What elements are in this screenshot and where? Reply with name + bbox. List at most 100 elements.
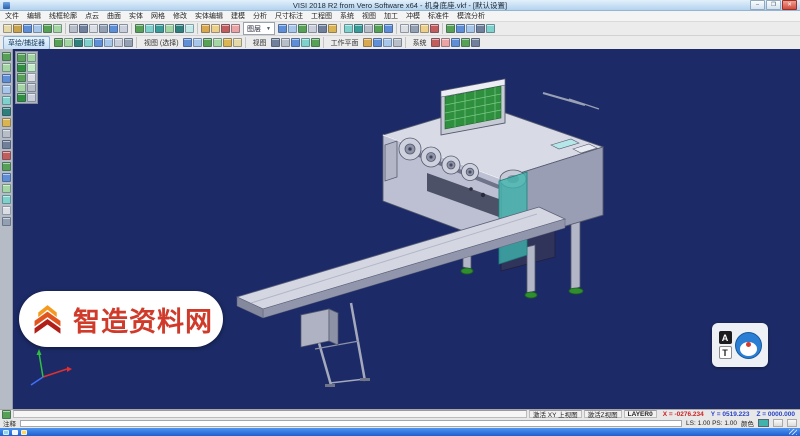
menu-item[interactable]: 分析: [253, 11, 267, 21]
menu-item[interactable]: 曲面: [107, 11, 121, 21]
status-mini-icon[interactable]: [21, 430, 27, 435]
tool-icon[interactable]: [344, 24, 353, 33]
active-view-segment[interactable]: 激活Z视图: [584, 410, 622, 418]
tool-icon[interactable]: [233, 38, 242, 47]
tool-icon[interactable]: [2, 96, 11, 105]
tool-icon[interactable]: [420, 24, 429, 33]
tool-icon[interactable]: [278, 24, 287, 33]
tool-icon[interactable]: [2, 217, 11, 226]
menu-item[interactable]: 实体: [129, 11, 143, 21]
close-button[interactable]: ✕: [782, 0, 797, 10]
tool-icon[interactable]: [175, 24, 184, 33]
tool-icon[interactable]: [27, 83, 36, 92]
menu-item[interactable]: 点云: [85, 11, 99, 21]
tool-icon[interactable]: [298, 24, 307, 33]
tool-icon[interactable]: [393, 38, 402, 47]
tool-icon[interactable]: [461, 38, 470, 47]
menu-item[interactable]: 建模: [231, 11, 245, 21]
tool-icon[interactable]: [64, 38, 73, 47]
menu-item[interactable]: 视图: [362, 11, 376, 21]
status-mini-icon[interactable]: [12, 430, 18, 435]
resize-grip[interactable]: [789, 429, 797, 435]
active-layer-segment[interactable]: LAYER0: [624, 410, 657, 418]
tool-icon[interactable]: [231, 24, 240, 33]
tool-icon[interactable]: [13, 24, 22, 33]
tool-icon[interactable]: [69, 24, 78, 33]
tool-icon[interactable]: [308, 24, 317, 33]
tool-icon[interactable]: [2, 85, 11, 94]
tool-icon[interactable]: [221, 24, 230, 33]
tool-icon[interactable]: [2, 118, 11, 127]
tool-icon[interactable]: [3, 24, 12, 33]
active-workplane-segment[interactable]: 激活 XY 上视图: [529, 410, 582, 418]
menu-item[interactable]: 加工: [384, 11, 398, 21]
tool-icon[interactable]: [223, 38, 232, 47]
tool-icon[interactable]: [2, 140, 11, 149]
tool-icon[interactable]: [94, 38, 103, 47]
tool-icon[interactable]: [311, 38, 320, 47]
tool-icon[interactable]: [2, 129, 11, 138]
tool-icon[interactable]: [441, 38, 450, 47]
tool-icon[interactable]: [27, 73, 36, 82]
tool-icon[interactable]: [23, 24, 32, 33]
tool-icon[interactable]: [466, 24, 475, 33]
tool-icon[interactable]: [400, 24, 409, 33]
tool-icon[interactable]: [2, 151, 11, 160]
tool-icon[interactable]: [301, 38, 310, 47]
tab-sketch-snap[interactable]: 草绘/捕捉器: [3, 36, 50, 50]
maximize-button[interactable]: ❐: [766, 0, 781, 10]
layer-combo[interactable]: 图层 ▼: [243, 22, 275, 35]
tool-icon[interactable]: [486, 24, 495, 33]
tool-icon[interactable]: [104, 38, 113, 47]
menu-item[interactable]: 尺寸标注: [275, 11, 303, 21]
tool-icon[interactable]: [17, 93, 26, 102]
tool-icon[interactable]: [476, 24, 485, 33]
tool-icon[interactable]: [54, 38, 63, 47]
tool-icon[interactable]: [328, 24, 337, 33]
tool-icon[interactable]: [119, 24, 128, 33]
minimize-button[interactable]: –: [750, 0, 765, 10]
menu-item[interactable]: 工程图: [311, 11, 332, 21]
tool-icon[interactable]: [430, 24, 439, 33]
tool-icon[interactable]: [155, 24, 164, 33]
tool-icon[interactable]: [211, 24, 220, 33]
tool-icon[interactable]: [2, 107, 11, 116]
tool-icon[interactable]: [2, 74, 11, 83]
tool-icon[interactable]: [201, 24, 210, 33]
tool-icon[interactable]: [374, 24, 383, 33]
tool-icon[interactable]: [165, 24, 174, 33]
menu-item[interactable]: 修改: [173, 11, 187, 21]
tool-icon[interactable]: [79, 24, 88, 33]
tool-icon[interactable]: [2, 63, 11, 72]
tool-icon[interactable]: [364, 24, 373, 33]
menu-item[interactable]: 实体编辑: [195, 11, 223, 21]
tool-icon[interactable]: [2, 173, 11, 182]
tool-icon[interactable]: [281, 38, 290, 47]
tool-icon[interactable]: [74, 38, 83, 47]
tool-icon[interactable]: [384, 24, 393, 33]
tool-icon[interactable]: [27, 53, 36, 62]
tool-icon[interactable]: [193, 38, 202, 47]
tool-icon[interactable]: [2, 206, 11, 215]
status-mini-icon[interactable]: [3, 430, 9, 435]
tool-icon[interactable]: [318, 24, 327, 33]
tool-icon[interactable]: [373, 38, 382, 47]
menu-item[interactable]: 文件: [5, 11, 19, 21]
tool-icon[interactable]: [354, 24, 363, 33]
tool-icon[interactable]: [383, 38, 392, 47]
tool-icon[interactable]: [89, 24, 98, 33]
menu-item[interactable]: 模流分析: [457, 11, 485, 21]
menu-item[interactable]: 标准件: [428, 11, 449, 21]
menu-item[interactable]: 编辑: [27, 11, 41, 21]
tool-icon[interactable]: [446, 24, 455, 33]
tool-icon[interactable]: [124, 38, 133, 47]
tool-icon[interactable]: [271, 38, 280, 47]
tool-icon[interactable]: [451, 38, 460, 47]
tool-icon[interactable]: [456, 24, 465, 33]
tool-icon[interactable]: [17, 73, 26, 82]
tool-icon[interactable]: [99, 24, 108, 33]
status-mini-button[interactable]: [773, 419, 783, 427]
tool-icon[interactable]: [291, 38, 300, 47]
tool-icon[interactable]: [27, 93, 36, 102]
tool-icon[interactable]: [2, 195, 11, 204]
